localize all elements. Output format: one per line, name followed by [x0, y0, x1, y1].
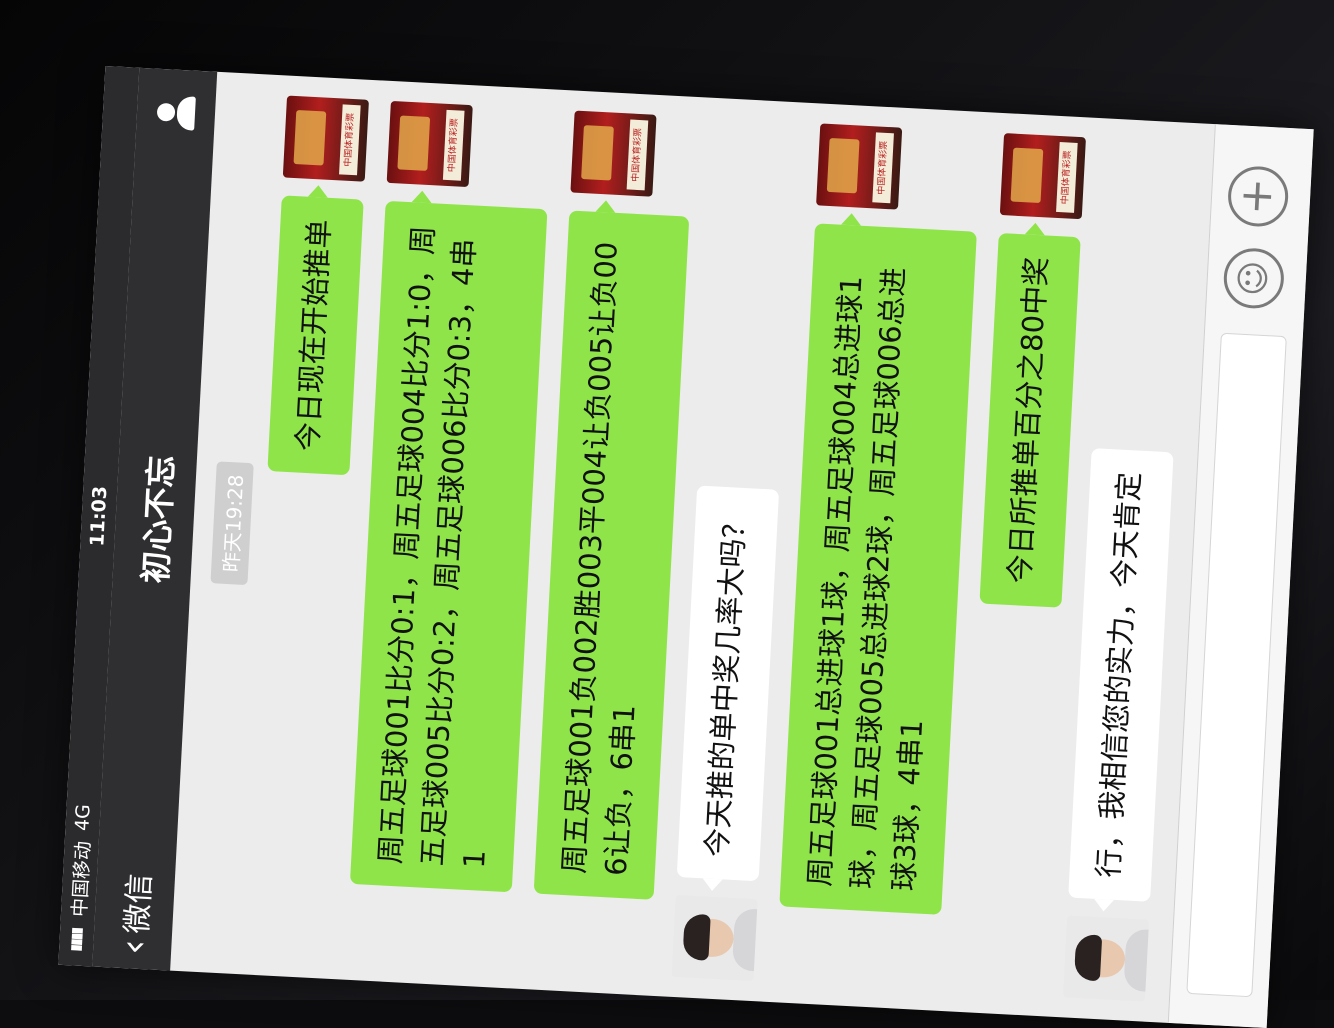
message-row: 今天推的单中奖几率大吗？ [670, 98, 799, 1001]
message-bubble-outgoing[interactable]: 周五足球001总进球1球，周五足球004总进球1球，周五足球005总进球2球，周… [779, 223, 977, 915]
shop-sign: 中国体育彩票 [1056, 142, 1078, 213]
chat-area[interactable]: 昨天19:28 今日现在开始推单 中国体育彩票 周五足球001比分0:1，周五足… [170, 72, 1216, 1023]
shop-sign: 中国体育彩票 [626, 119, 649, 191]
message-row: 行，我相信您的实力，今天肯定 [1062, 119, 1191, 1022]
avatar[interactable]: 中国体育彩票 [816, 123, 903, 210]
message-row: 周五足球001比分0:1，周五足球004比分1:0，周五足球005比分0:2，周… [345, 81, 554, 988]
avatar[interactable] [671, 894, 758, 982]
shop-lamp [397, 115, 431, 171]
shop-sign: 中国体育彩票 [442, 109, 465, 181]
avatar-body [731, 908, 758, 972]
message-bubble-outgoing[interactable]: 周五足球001比分0:1，周五足球004比分1:0，周五足球005比分0:2，周… [349, 200, 548, 893]
shop-sign: 中国体育彩票 [339, 104, 361, 176]
person-icon-head [156, 102, 176, 122]
avatar[interactable]: 中国体育彩票 [999, 133, 1086, 220]
message-bubble-outgoing[interactable]: 今日所推单百分之80中奖 [979, 232, 1081, 608]
shop-lamp [581, 125, 614, 181]
message-bubble-outgoing[interactable]: 今日现在开始推单 [267, 195, 364, 476]
avatar[interactable] [1062, 915, 1150, 1002]
timestamp: 昨天19:28 [210, 461, 254, 585]
plus-icon[interactable]: + [1226, 164, 1290, 228]
person-icon-body [176, 95, 196, 131]
message-row: 今日所推单百分之80中奖 中国体育彩票 [958, 113, 1087, 1016]
avatar[interactable]: 中国体育彩票 [570, 110, 657, 197]
message-bubble-incoming[interactable]: 行，我相信您的实力，今天肯定 [1068, 448, 1174, 902]
shop-lamp [826, 137, 860, 194]
avatar[interactable]: 中国体育彩票 [386, 100, 473, 188]
person-icon[interactable] [156, 95, 196, 131]
message-bubble-incoming[interactable]: 今天推的单中奖几率大吗？ [676, 485, 780, 882]
avatar-hair [1073, 933, 1103, 982]
message-bubble-outgoing[interactable]: 周五足球001负002胜003平004让负005让负006让负，6串1 [533, 210, 690, 900]
avatar-hair [682, 913, 711, 961]
shop-lamp [1010, 147, 1044, 204]
shop-sign: 中国体育彩票 [872, 132, 894, 204]
emoji-icon[interactable]: ☺ [1222, 246, 1286, 310]
avatar[interactable]: 中国体育彩票 [282, 95, 369, 182]
shop-lamp [293, 110, 327, 166]
message-row: 周五足球001负002胜003平004让负005让负006让负，6串1 中国体育… [529, 91, 696, 996]
avatar-body [1123, 928, 1150, 993]
message-input[interactable] [1186, 332, 1287, 998]
phone-screen: ▮▮▮▮ 中国移动 4G 11:03 ‹ 微信 初心不忘 昨天19:28 今日现… [58, 65, 1314, 1028]
message-row: 周五足球001总进球1球，周五足球004总进球1球，周五足球005总进球2球，周… [774, 103, 983, 1010]
